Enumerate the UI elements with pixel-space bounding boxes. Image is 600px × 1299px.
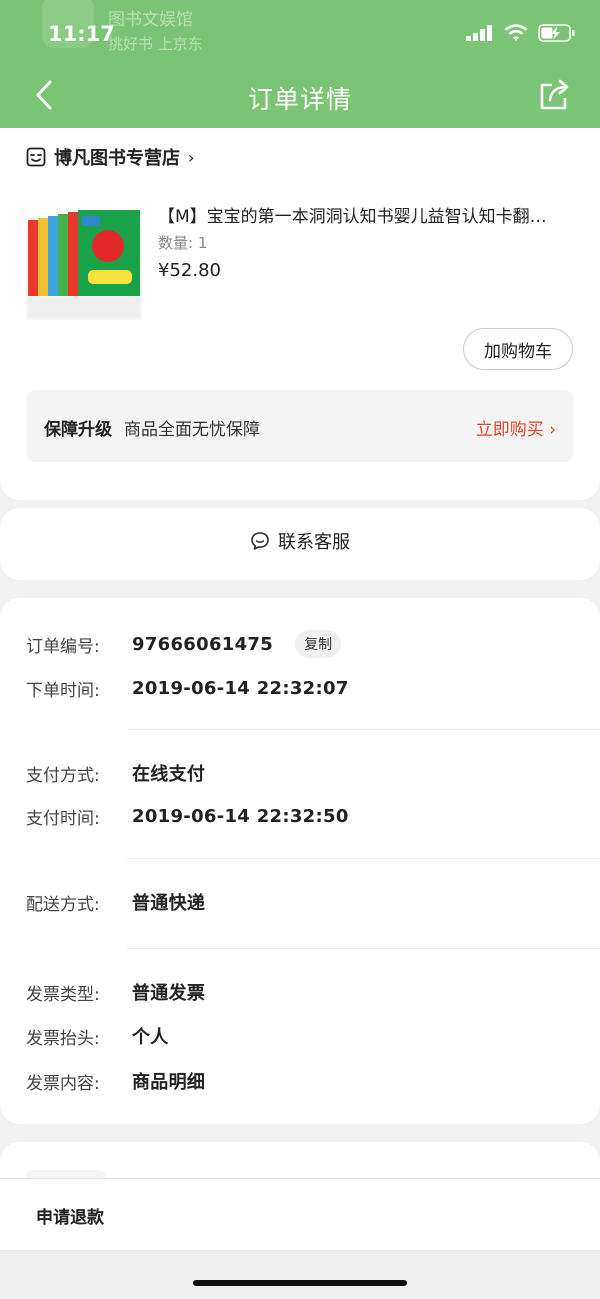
divider: [127, 729, 600, 730]
invoice-title-row: 发票抬头: 个人: [26, 1023, 169, 1049]
product-title[interactable]: 【M】宝宝的第一本洞洞认知书婴儿益智认知卡翻…: [158, 202, 578, 227]
pay-method-value: 在线支付: [132, 764, 206, 785]
share-icon[interactable]: [538, 78, 570, 112]
invoice-content-label: 发票内容:: [26, 1073, 100, 1094]
invoice-type-label: 发票类型:: [26, 984, 100, 1005]
buy-now-link[interactable]: 立即购买 ›: [476, 415, 556, 440]
order-time-value: 2019-06-14 22:32:07: [132, 678, 349, 699]
service-card: 联系客服: [0, 508, 600, 580]
product-quantity: 数量: 1: [158, 234, 208, 252]
shop-arrow: ›: [188, 147, 195, 167]
invoice-type-value: 普通发票: [132, 983, 206, 1004]
shop-link[interactable]: 博凡图书专营店 ›: [26, 144, 194, 170]
invoice-content-row: 发票内容: 商品明细: [26, 1068, 205, 1094]
header-bar: 图书文娱馆 挑好书 上京东 11:17 订单详情: [0, 0, 600, 128]
ghost-app-subtitle: 挑好书 上京东: [108, 35, 203, 53]
order-time-row: 下单时间: 2019-06-14 22:32:07: [26, 676, 349, 701]
order-number-value: 97666061475: [132, 633, 274, 655]
invoice-type-row: 发票类型: 普通发票: [26, 979, 205, 1005]
invoice-title-value: 个人: [132, 1027, 169, 1048]
delivery-label: 配送方式:: [26, 894, 100, 915]
pay-time-row: 支付时间: 2019-06-14 22:32:50: [26, 804, 349, 829]
delivery-row: 配送方式: 普通快递: [26, 889, 205, 915]
delivery-value: 普通快递: [132, 893, 206, 914]
contact-service-button[interactable]: 联系客服: [0, 528, 600, 554]
battery-charging-icon: [538, 24, 575, 42]
contact-service-label: 联系客服: [278, 532, 350, 553]
order-info-card: 订单编号: 97666061475 复制 下单时间: 2019-06-14 22…: [0, 598, 600, 1124]
copy-button[interactable]: 复制: [295, 630, 342, 658]
product-card: 博凡图书专营店 › 【M】宝宝的第一本洞洞认知书婴儿益智认知卡翻… 数量: 1 …: [0, 128, 600, 500]
wifi-icon: [504, 24, 528, 41]
invoice-title-label: 发票抬头:: [26, 1028, 100, 1049]
home-indicator-area: [0, 1250, 600, 1299]
divider: [127, 858, 600, 859]
home-indicator[interactable]: [193, 1280, 407, 1286]
product-thumbnail[interactable]: [26, 208, 142, 320]
status-icons: [466, 24, 576, 42]
ghost-app-name: 图书文娱馆: [108, 10, 193, 30]
status-time: 11:17: [48, 22, 115, 46]
pay-method-row: 支付方式: 在线支付: [26, 760, 205, 786]
pay-time-value: 2019-06-14 22:32:50: [132, 806, 349, 827]
divider: [127, 948, 600, 949]
invoice-content-value: 商品明细: [132, 1072, 206, 1093]
refund-button[interactable]: 申请退款: [36, 1203, 104, 1228]
order-time-label: 下单时间:: [26, 681, 100, 701]
product-price: ¥52.80: [158, 260, 221, 281]
page-title: 订单详情: [247, 85, 352, 114]
pay-method-label: 支付方式:: [26, 765, 100, 786]
shop-name: 博凡图书专营店: [54, 148, 180, 169]
order-number-row: 订单编号: 97666061475 复制: [26, 630, 342, 658]
chat-bubble-icon: [251, 532, 269, 550]
order-number-label: 订单编号:: [26, 636, 100, 657]
signal-icon: [466, 25, 492, 41]
pay-time-label: 支付时间:: [26, 809, 100, 829]
guarantee-description: 商品全面无忧保障: [124, 420, 260, 440]
shop-icon: [26, 147, 46, 167]
guarantee-banner[interactable]: 保障升级 商品全面无忧保障 立即购买 ›: [26, 390, 574, 462]
bottom-action-bar: 申请退款: [0, 1178, 600, 1251]
guarantee-label: 保障升级: [44, 420, 112, 440]
add-to-cart-button[interactable]: 加购物车: [463, 328, 573, 370]
